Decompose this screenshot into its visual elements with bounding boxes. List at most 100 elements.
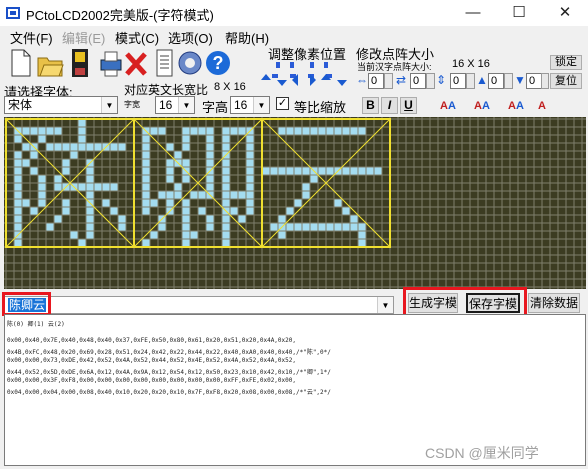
underline-button[interactable]: U	[400, 97, 417, 114]
lit-pixel	[182, 135, 190, 143]
proportional-label: 等比缩放	[294, 100, 347, 115]
lit-pixel	[78, 135, 86, 143]
lit-pixel	[38, 175, 46, 183]
lit-pixel	[222, 223, 230, 231]
open-folder-icon[interactable]	[36, 46, 64, 80]
lit-pixel	[310, 175, 318, 183]
app-icon	[6, 7, 20, 19]
lit-pixel	[78, 119, 86, 127]
output-line: 0x00,0x00,0x3F,0xF8,0x00,0x00,0x00,0x00,…	[7, 377, 296, 384]
lit-pixel	[350, 215, 358, 223]
menu-mode[interactable]: 模式(C)	[115, 28, 159, 47]
lit-pixel	[142, 191, 150, 199]
lit-pixel	[166, 159, 174, 167]
pixel-grid[interactable]	[4, 117, 586, 289]
lit-pixel	[318, 223, 326, 231]
output-textarea[interactable]: 陈(0) 卿(1) 云(2) 0x00,0x40,0x7E,0x40,0x48,…	[4, 314, 586, 466]
font-select[interactable]: 宋体 ▼	[4, 96, 118, 114]
chevron-down-icon[interactable]: ▼	[178, 97, 194, 113]
clear-data-button[interactable]: 清除数据	[528, 293, 580, 313]
watermark: CSDN @厘米同学	[425, 445, 539, 461]
proportional-checkbox[interactable]: ✓	[276, 97, 289, 110]
lit-pixel	[78, 143, 86, 151]
lit-pixel	[222, 135, 230, 143]
lit-pixel	[174, 151, 182, 159]
current-size-label: 当前汉字点阵大小:	[357, 62, 432, 72]
font-name: 宋体	[8, 98, 33, 112]
spin-up-arrows[interactable]	[504, 73, 513, 89]
lit-pixel	[166, 143, 174, 151]
spin-width-arrows[interactable]	[384, 73, 393, 89]
title-bar[interactable]: PCtoLCD2002完美版-(字符模式) — ☐ ✕	[0, 0, 588, 26]
lit-pixel	[110, 207, 118, 215]
lock-button[interactable]: 锁定	[550, 55, 582, 70]
italic-button[interactable]: I	[381, 97, 398, 114]
lit-pixel	[158, 127, 166, 135]
chevron-down-icon[interactable]: ▼	[377, 297, 393, 313]
lit-pixel	[102, 183, 110, 191]
lit-pixel	[182, 231, 190, 239]
lit-pixel	[142, 207, 150, 215]
chevron-down-icon[interactable]: ▼	[253, 97, 269, 113]
menu-edit[interactable]: 编辑(E)	[62, 28, 105, 47]
spin-width[interactable]: 0	[368, 73, 384, 89]
lit-pixel	[302, 127, 310, 135]
lit-pixel	[142, 175, 150, 183]
pixel-shift-buttons[interactable]	[260, 72, 350, 88]
transform-buttons[interactable]: AA AA AA A	[438, 94, 554, 116]
lit-pixel	[302, 223, 310, 231]
lit-pixel	[278, 231, 286, 239]
bold-button[interactable]: B	[362, 97, 379, 114]
save-disk-icon[interactable]	[66, 46, 94, 80]
text-input[interactable]: 陈卿云 ▼	[4, 296, 394, 314]
restore-button[interactable]: 复位	[550, 73, 582, 89]
spin-height-arrows[interactable]	[466, 73, 475, 89]
lit-pixel	[246, 183, 254, 191]
menu-file[interactable]: 文件(F)	[10, 28, 53, 47]
printer-icon[interactable]	[96, 46, 124, 80]
char-width-select[interactable]: 16 ▼	[155, 96, 195, 114]
lit-pixel	[86, 223, 94, 231]
lit-pixel	[358, 223, 366, 231]
lit-pixel	[222, 239, 230, 247]
lit-pixel	[118, 143, 126, 151]
help-question-icon[interactable]: ?	[204, 46, 232, 80]
minimize-button[interactable]: —	[450, 0, 496, 26]
chevron-down-icon[interactable]: ▼	[101, 97, 117, 113]
delete-x-icon[interactable]	[122, 46, 150, 80]
lit-pixel	[182, 223, 190, 231]
lit-pixel	[86, 207, 94, 215]
lit-pixel	[326, 127, 334, 135]
lit-pixel	[326, 223, 334, 231]
spin-shrink-arrows[interactable]	[426, 73, 435, 89]
spin-height[interactable]: 0	[450, 73, 466, 89]
spin-shrink[interactable]: 0	[410, 73, 426, 89]
maximize-button[interactable]: ☐	[496, 0, 542, 26]
lit-pixel	[62, 167, 70, 175]
lit-pixel	[286, 167, 294, 175]
lit-pixel	[14, 215, 22, 223]
document-icon[interactable]	[150, 46, 178, 80]
lit-pixel	[374, 167, 382, 175]
settings-gear-icon[interactable]	[176, 46, 204, 80]
spin-down-arrows[interactable]	[541, 73, 549, 89]
lit-pixel	[30, 167, 38, 175]
lit-pixel	[22, 159, 30, 167]
lit-pixel	[286, 127, 294, 135]
lit-pixel	[278, 167, 286, 175]
spin-down[interactable]: 0	[526, 73, 542, 89]
close-button[interactable]: ✕	[542, 0, 588, 26]
lit-pixel	[118, 215, 126, 223]
new-file-icon[interactable]	[6, 46, 34, 80]
lit-pixel	[110, 143, 118, 151]
lit-pixel	[342, 127, 350, 135]
lit-pixel	[302, 167, 310, 175]
lit-pixel	[142, 159, 150, 167]
menu-help[interactable]: 帮助(H)	[225, 28, 269, 47]
menu-options[interactable]: 选项(O)	[168, 28, 213, 47]
lit-pixel	[94, 143, 102, 151]
char-height-select[interactable]: 16 ▼	[230, 96, 270, 114]
char-height-value: 16	[234, 98, 248, 112]
spin-up[interactable]: 0	[488, 73, 504, 89]
lit-pixel	[142, 183, 150, 191]
